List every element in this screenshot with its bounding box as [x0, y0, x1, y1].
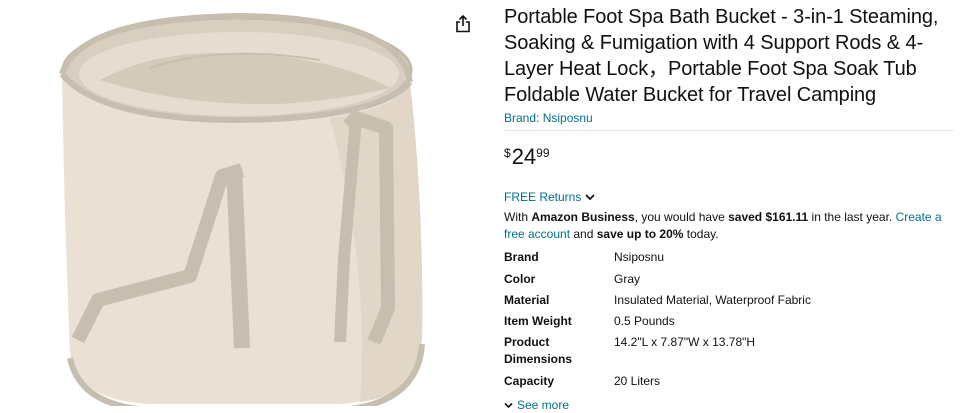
spec-value: 0.5 Pounds — [614, 314, 675, 328]
spec-value: Nsiposnu — [614, 250, 665, 264]
spec-value: Insulated Material, Waterproof Fabric — [614, 293, 811, 307]
spec-value: 20 Liters — [614, 374, 661, 388]
business-and: and — [570, 227, 597, 241]
product-details: Portable Foot Spa Bath Bucket - 3-in-1 S… — [504, 4, 954, 413]
chevron-down-icon — [585, 194, 595, 201]
spec-row: Item Weight 0.5 Pounds — [504, 313, 811, 334]
price-fraction: 99 — [536, 146, 550, 160]
product-specs-table: Brand Nsiposnu Color Gray Material Insul… — [504, 249, 811, 391]
spec-row: Color Gray — [504, 271, 811, 292]
spec-label: Product Dimensions — [504, 335, 573, 366]
business-save-up: save up to 20% — [596, 227, 684, 241]
product-image[interactable] — [40, 8, 430, 406]
spec-label: Capacity — [504, 374, 555, 388]
brand-link[interactable]: Brand: Nsiposnu — [504, 110, 593, 126]
spec-label: Item Weight — [504, 314, 572, 328]
price-symbol: $ — [504, 146, 511, 160]
spec-row: Brand Nsiposnu — [504, 249, 811, 271]
divider — [504, 130, 954, 131]
spec-label: Brand — [504, 250, 539, 264]
share-icon[interactable] — [455, 15, 471, 33]
spec-value: 14.2"L x 7.87"W x 13.78"H — [614, 335, 756, 349]
business-after: in the last year. — [808, 210, 896, 224]
business-savings-message: With Amazon Business, you would have sav… — [504, 209, 954, 243]
free-returns-label: FREE Returns — [504, 190, 582, 204]
see-more-link[interactable]: See more — [504, 397, 954, 413]
business-program: Amazon Business — [531, 210, 635, 224]
business-middle: , you would have — [634, 210, 729, 224]
price-whole: 24 — [511, 144, 537, 169]
free-returns-link[interactable]: FREE Returns — [504, 189, 954, 205]
business-end: today. — [683, 227, 719, 241]
see-more-label: See more — [517, 398, 570, 412]
spec-label: Material — [504, 293, 550, 307]
spec-value: Gray — [614, 272, 641, 286]
product-title: Portable Foot Spa Bath Bucket - 3-in-1 S… — [504, 6, 939, 106]
business-saved: saved $161.11 — [728, 210, 809, 224]
spec-row: Product Dimensions 14.2"L x 7.87"W x 13.… — [504, 334, 811, 373]
chevron-down-icon — [504, 402, 513, 408]
spec-label: Color — [504, 272, 536, 286]
price: $ 24 99 — [504, 143, 954, 175]
spec-row: Material Insulated Material, Waterproof … — [504, 292, 811, 313]
business-prefix: With — [504, 210, 532, 224]
spec-row: Capacity 20 Liters — [504, 373, 811, 391]
